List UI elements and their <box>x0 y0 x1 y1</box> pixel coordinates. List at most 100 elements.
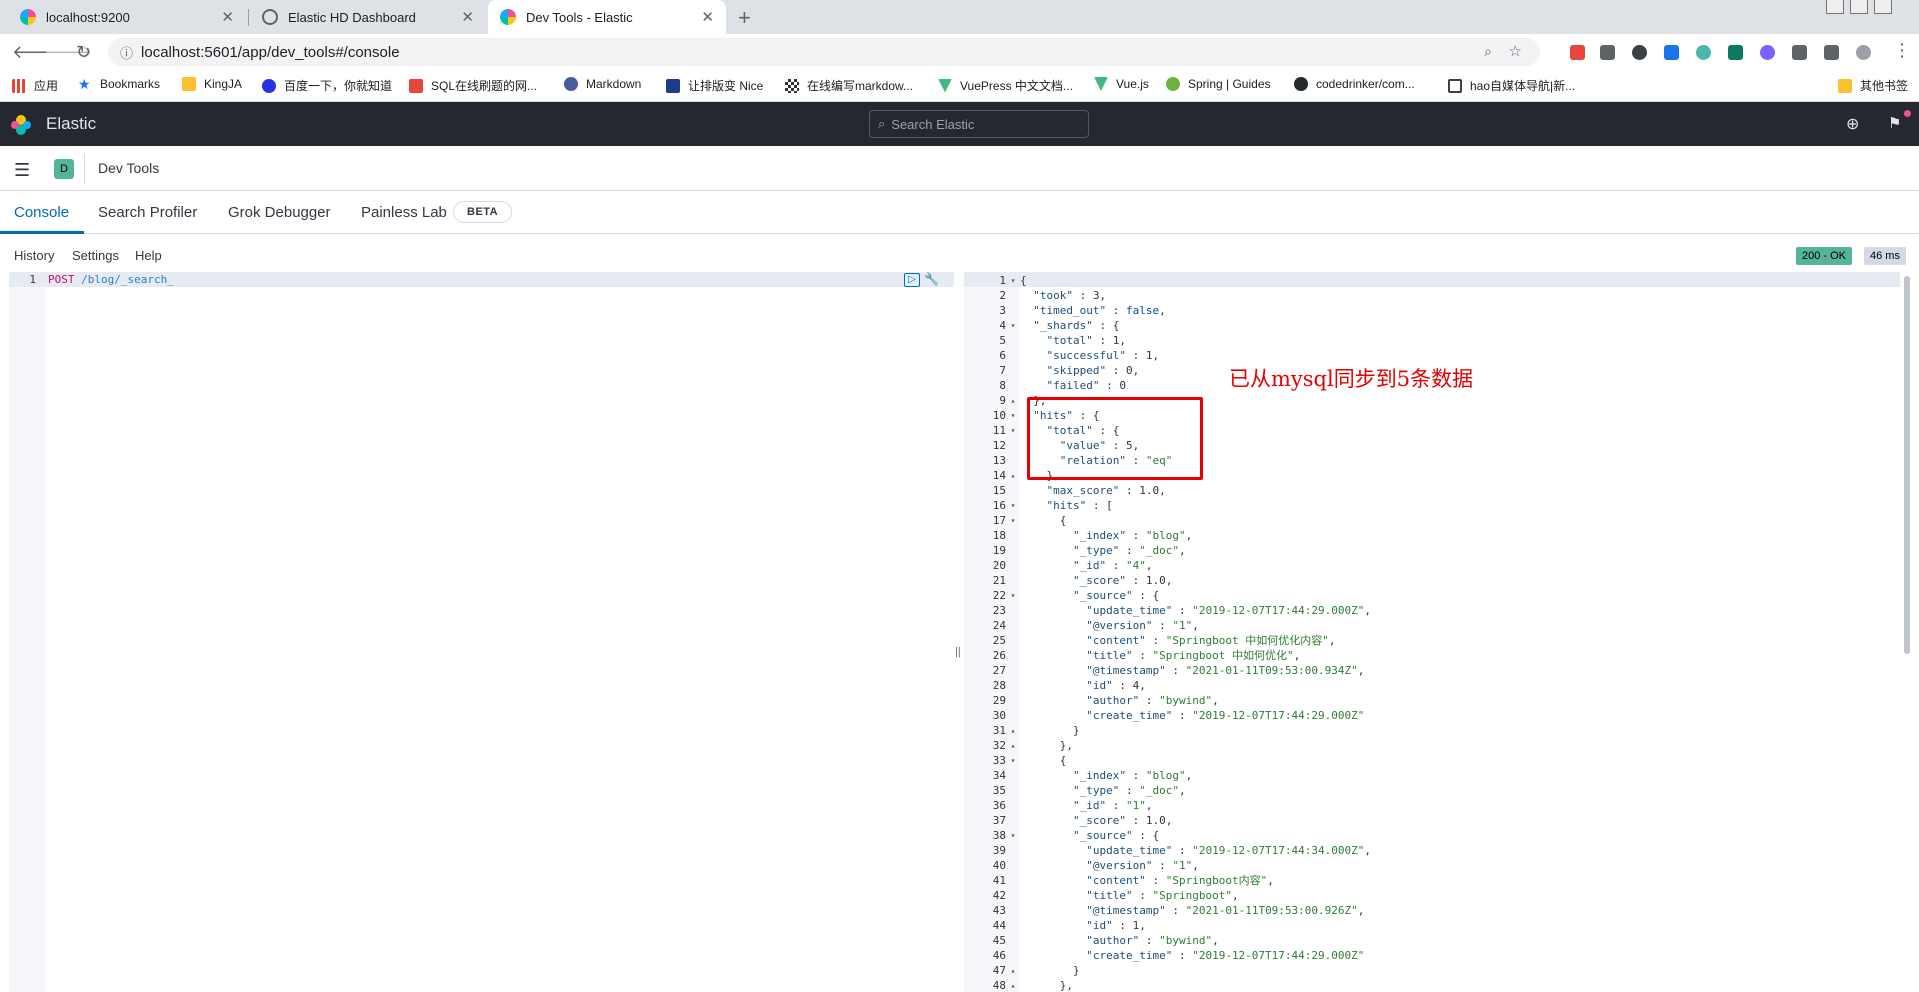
send-request-button[interactable]: ▷ <box>904 273 920 287</box>
tab-painless-lab[interactable]: Painless Lab <box>361 204 447 221</box>
newsfeed-icon[interactable]: ⚑ <box>1888 114 1901 132</box>
browser-tab-elastic-hd[interactable]: Elastic HD Dashboard ✕ <box>250 0 486 34</box>
nice-icon <box>666 78 680 93</box>
fold-close-icon[interactable]: ▴ <box>1008 723 1018 738</box>
fold-open-icon[interactable]: ▾ <box>1008 318 1018 333</box>
bookmark-item[interactable]: Vue.js <box>1094 77 1149 91</box>
response-line: 22 ▾ "_source" : { <box>964 588 1904 603</box>
response-code: "@timestamp" : "2021-01-11T09:53:00.934Z… <box>1086 664 1365 677</box>
close-window-button[interactable] <box>1874 0 1892 14</box>
line-number: 43 <box>992 904 1006 917</box>
fold-close-icon[interactable]: ▴ <box>1008 468 1018 483</box>
bookmark-item[interactable]: SQL在线刷题的网... <box>409 77 537 94</box>
response-code: }, <box>1020 979 1073 992</box>
fold-open-icon[interactable]: ▾ <box>1008 408 1018 423</box>
elastic-logo-icon[interactable] <box>10 114 32 136</box>
brand-title[interactable]: Elastic <box>46 114 96 134</box>
dev-tools-tabs: Console Search Profiler Grok Debugger Pa… <box>0 191 1919 234</box>
star-icon: ★ <box>78 76 91 92</box>
bookmark-star-icon[interactable]: ☆ <box>1509 42 1522 60</box>
address-bar[interactable]: ⓘ localhost:5601/app/dev_tools#/console … <box>108 38 1540 66</box>
sync-extension-icon[interactable] <box>1632 45 1647 60</box>
minimize-window-button[interactable] <box>1826 0 1844 14</box>
request-line[interactable]: POST /blog/_search_ <box>48 273 174 286</box>
close-tab-icon[interactable]: ✕ <box>701 8 714 26</box>
vue-devtools-icon[interactable] <box>1728 45 1743 60</box>
response-code: "total" : 1, <box>1046 334 1126 347</box>
zip-extension-icon[interactable] <box>1600 45 1615 60</box>
menu-kebab-icon[interactable]: ⋮ <box>1893 40 1911 61</box>
fold-close-icon[interactable]: ▴ <box>1008 963 1018 978</box>
fold-open-icon[interactable]: ▾ <box>1008 273 1018 288</box>
fold-close-icon[interactable]: ▴ <box>1008 738 1018 753</box>
bookmark-item[interactable]: ★ Bookmarks <box>78 77 160 91</box>
response-line: 43 "@timestamp" : "2021-01-11T09:53:00.9… <box>964 903 1904 918</box>
bookmark-label: 应用 <box>34 79 59 93</box>
line-number: 19 <box>992 544 1006 557</box>
bookmark-item[interactable]: KingJA <box>182 77 242 91</box>
bookmark-item[interactable]: 在线编写markdow... <box>785 77 913 94</box>
fold-open-icon[interactable]: ▾ <box>1008 753 1018 768</box>
new-tab-button[interactable]: + <box>738 5 751 31</box>
restore-window-button[interactable] <box>1850 0 1868 14</box>
bookmark-item[interactable]: 百度一下，你就知道 <box>262 77 392 94</box>
fold-open-icon[interactable]: ▾ <box>1008 828 1018 843</box>
global-search[interactable]: ⌕ <box>869 110 1089 138</box>
reading-list-icon[interactable] <box>1824 45 1839 60</box>
profile-avatar-icon[interactable] <box>1856 45 1871 60</box>
fold-open-icon[interactable]: ▾ <box>1008 588 1018 603</box>
vue-icon <box>1094 77 1108 91</box>
drag-handle-icon[interactable]: || <box>955 646 961 658</box>
bookmark-item[interactable]: 应用 <box>12 77 58 94</box>
app-badge[interactable]: D <box>54 159 74 179</box>
bookmark-item[interactable]: Markdown <box>564 77 641 91</box>
response-code: "@version" : "1", <box>1086 619 1199 632</box>
response-code: "_source" : { <box>1072 829 1160 842</box>
edge-extension-icon[interactable] <box>1696 45 1711 60</box>
reload-icon[interactable]: ↻ <box>76 42 91 63</box>
bookmark-item[interactable]: 让排版变 Nice <box>666 77 763 94</box>
translate-extension-icon[interactable] <box>1664 45 1679 60</box>
help-link[interactable]: Help <box>135 248 162 263</box>
close-tab-icon[interactable]: ✕ <box>221 8 234 26</box>
request-editor[interactable] <box>46 272 954 992</box>
line-number: 13 <box>992 454 1006 467</box>
browser-tab-strip: localhost:9200 ✕ Elastic HD Dashboard ✕ … <box>0 0 1919 34</box>
fold-open-icon[interactable]: ▾ <box>1008 423 1018 438</box>
zoom-icon[interactable]: ⌕ <box>1484 43 1492 60</box>
bookmark-label: hao自媒体导航|新... <box>1470 79 1576 93</box>
tab-console[interactable]: Console <box>14 204 69 221</box>
help-icon[interactable]: ⊕ <box>1846 114 1859 134</box>
breadcrumb[interactable]: Dev Tools <box>98 160 159 176</box>
extension-icon[interactable] <box>1570 45 1585 60</box>
line-number: 3 <box>999 304 1006 317</box>
browser-tab-localhost[interactable]: localhost:9200 ✕ <box>8 0 246 34</box>
response-line: 28 "id" : 4, <box>964 678 1904 693</box>
bookmark-item[interactable]: Spring | Guides <box>1166 77 1271 91</box>
tab-search-profiler[interactable]: Search Profiler <box>98 204 197 221</box>
bookmark-item-other[interactable]: 其他书签 <box>1838 77 1908 94</box>
line-number: 1 <box>999 274 1006 287</box>
tab-grok-debugger[interactable]: Grok Debugger <box>228 204 331 221</box>
fold-close-icon[interactable]: ▴ <box>1008 393 1018 408</box>
history-link[interactable]: History <box>14 248 54 263</box>
line-number: 31 <box>992 724 1006 737</box>
bookmark-item[interactable]: VuePress 中文文档... <box>938 77 1073 94</box>
hamburger-menu-icon[interactable]: ☰ <box>14 160 30 181</box>
fold-open-icon[interactable]: ▾ <box>1008 498 1018 513</box>
wrench-icon[interactable]: 🔧 <box>924 272 940 288</box>
bookmark-item[interactable]: hao自媒体导航|新... <box>1448 77 1575 94</box>
close-tab-icon[interactable]: ✕ <box>461 8 474 26</box>
puzzle-extensions-icon[interactable] <box>1792 45 1807 60</box>
response-scrollbar[interactable] <box>1904 276 1910 654</box>
settings-link[interactable]: Settings <box>72 248 119 263</box>
info-icon[interactable]: ⓘ <box>120 43 133 62</box>
url-text[interactable]: localhost:5601/app/dev_tools#/console <box>141 44 400 61</box>
search-input[interactable] <box>891 116 1072 132</box>
panel-resize-handle[interactable]: || <box>955 270 962 992</box>
fold-open-icon[interactable]: ▾ <box>1008 513 1018 528</box>
browser-tab-dev-tools[interactable]: Dev Tools - Elastic ✕ <box>488 0 726 34</box>
check-extension-icon[interactable] <box>1760 45 1775 60</box>
fold-close-icon[interactable]: ▴ <box>1008 978 1018 992</box>
bookmark-item[interactable]: codedrinker/com... <box>1294 77 1415 91</box>
